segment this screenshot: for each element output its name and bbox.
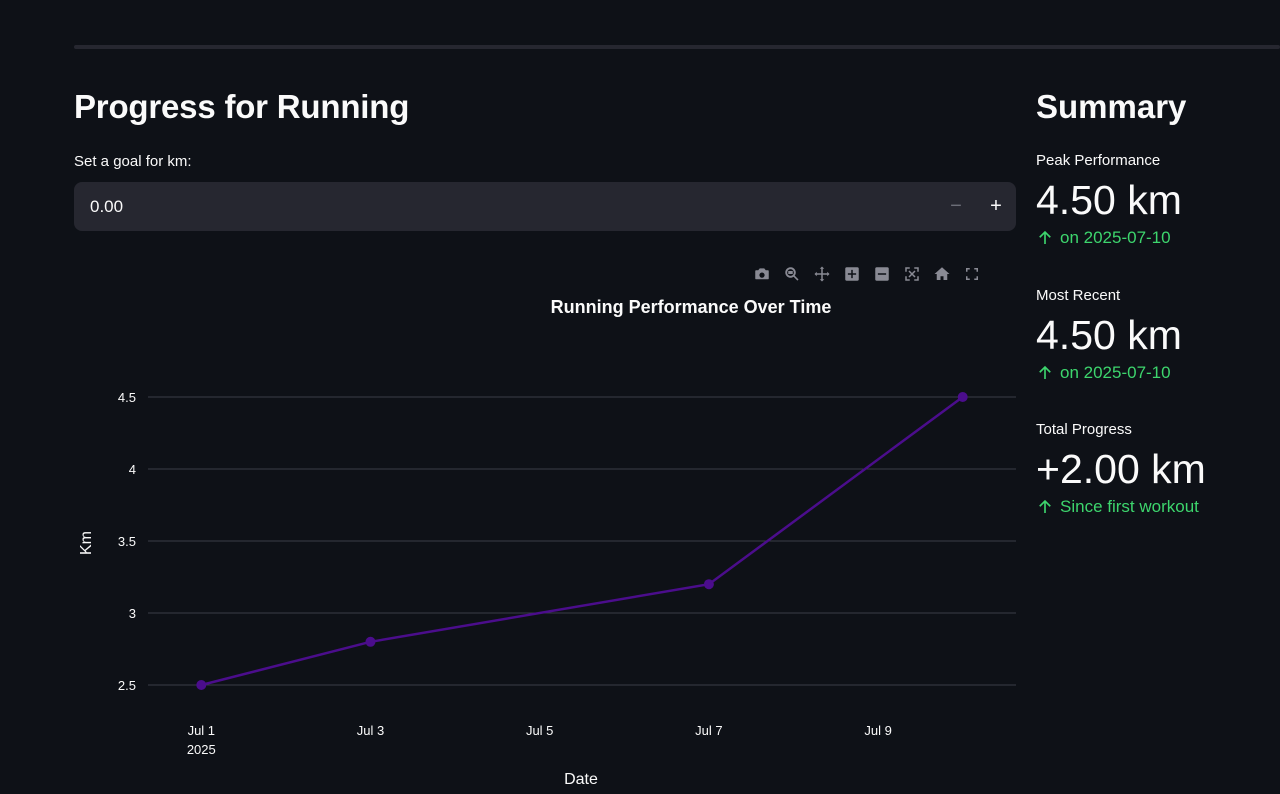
y-tick-label: 3 — [129, 606, 136, 621]
performance-chart[interactable]: Running Performance Over Time 2.5 3 3.5 4 4.… — [74, 290, 1016, 794]
y-tick-label: 3.5 — [118, 534, 136, 549]
goal-label: Set a goal for km: — [74, 153, 192, 170]
x-tick-year-label: 2025 — [187, 742, 216, 757]
data-point[interactable] — [196, 680, 207, 690]
pan-icon[interactable] — [810, 262, 833, 286]
x-tick-label: Jul 7 — [695, 723, 722, 738]
chart-title: Running Performance Over Time — [551, 297, 832, 317]
metric-value: 4.50 km — [1036, 177, 1182, 223]
goal-number-input: − + — [74, 182, 1016, 231]
metric-label: Most Recent — [1036, 287, 1121, 304]
metric-value: 4.50 km — [1036, 312, 1182, 358]
metric-delta: on 2025-07-10 — [1036, 363, 1280, 383]
autoscale-icon[interactable] — [900, 262, 923, 286]
chart-svg: Running Performance Over Time 2.5 3 3.5 4 4.… — [78, 297, 1016, 788]
data-point[interactable] — [957, 392, 968, 402]
zoom-out-icon[interactable] — [870, 262, 893, 286]
data-point[interactable] — [703, 579, 714, 590]
y-axis-title: Km — [78, 531, 95, 555]
camera-icon[interactable] — [750, 262, 773, 286]
x-axis-title: Date — [564, 771, 598, 788]
data-point[interactable] — [365, 636, 376, 647]
y-tick-label: 4 — [129, 462, 136, 477]
metric-most-recent: Most Recent 4.50 km on 2025-07-10 — [1036, 287, 1280, 383]
goal-input[interactable] — [74, 182, 936, 231]
fullscreen-icon[interactable] — [960, 262, 983, 286]
metric-label: Total Progress — [1036, 421, 1132, 438]
y-tick-label: 2.5 — [118, 678, 136, 693]
increment-button[interactable]: + — [976, 182, 1016, 231]
metric-delta-text: Since first workout — [1060, 497, 1199, 517]
metric-peak-performance: Peak Performance 4.50 km on 2025-07-10 — [1036, 152, 1280, 248]
metric-label: Peak Performance — [1036, 152, 1161, 169]
home-icon[interactable] — [930, 262, 953, 286]
x-tick-label: Jul 9 — [864, 723, 891, 738]
chart-modebar — [750, 262, 983, 286]
top-divider — [74, 45, 1280, 49]
zoom-in-icon[interactable] — [840, 262, 863, 286]
y-tick-label: 4.5 — [118, 390, 136, 405]
x-tick-label: Jul 3 — [357, 723, 384, 738]
arrow-up-icon — [1039, 499, 1051, 514]
x-tick-label: Jul 1 — [188, 723, 215, 738]
page-title: Progress for Running — [74, 88, 410, 125]
metric-delta-text: on 2025-07-10 — [1060, 363, 1171, 383]
metric-delta: on 2025-07-10 — [1036, 228, 1280, 248]
arrow-up-icon — [1039, 230, 1051, 245]
summary-title: Summary — [1036, 88, 1187, 125]
decrement-button[interactable]: − — [936, 182, 976, 231]
arrow-up-icon — [1039, 365, 1051, 380]
metric-delta-text: on 2025-07-10 — [1060, 228, 1171, 248]
zoom-icon[interactable] — [780, 262, 803, 286]
metric-value: +2.00 km — [1036, 446, 1206, 492]
metric-delta: Since first workout — [1036, 497, 1280, 517]
metric-total-progress: Total Progress +2.00 km Since first work… — [1036, 421, 1280, 517]
x-tick-label: Jul 5 — [526, 723, 553, 738]
